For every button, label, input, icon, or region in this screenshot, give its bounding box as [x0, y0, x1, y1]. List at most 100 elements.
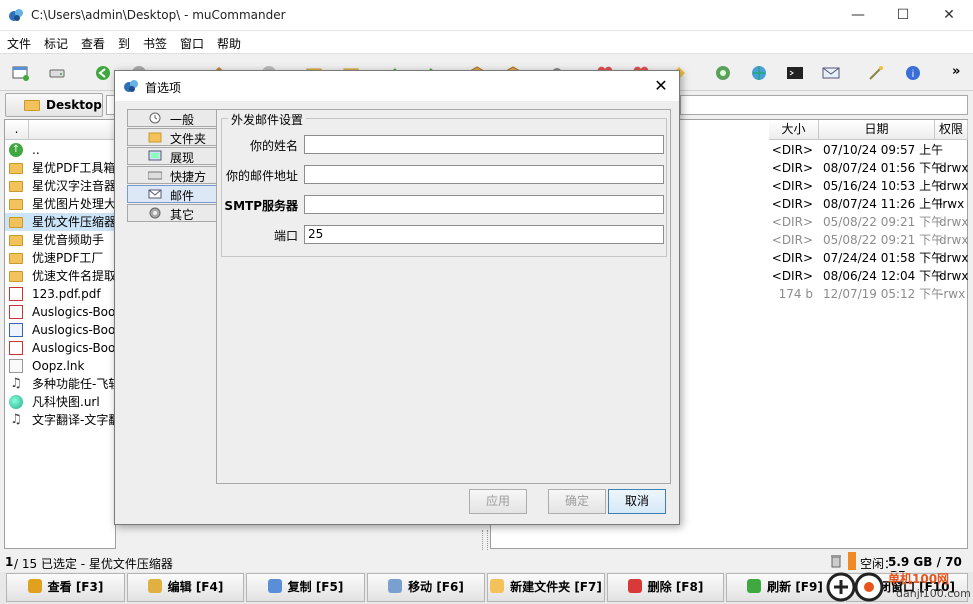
fkey-button-6[interactable]: 移动 [F6]	[367, 573, 485, 602]
right-col-perms[interactable]: 权限	[935, 120, 968, 140]
toolbar-overflow-icon[interactable]: »	[952, 64, 960, 79]
new-window-icon[interactable]	[12, 65, 30, 81]
drive-icon[interactable]	[48, 65, 66, 81]
tab-shortcuts[interactable]: 快捷方式	[127, 166, 217, 201]
file-name: Auslogics-Boos	[32, 323, 122, 337]
panel-splitter[interactable]	[482, 530, 488, 550]
email-field[interactable]	[304, 165, 664, 184]
file-row[interactable]: Auslogics-Boos	[5, 339, 122, 357]
file-row[interactable]: 星优PDF工具箱	[5, 159, 115, 177]
file-row[interactable]: 123.pdf.pdf	[5, 285, 115, 303]
drive-button[interactable]: Desktop	[5, 93, 103, 117]
network-icon[interactable]	[714, 65, 732, 81]
minimize-button[interactable]: —	[836, 0, 880, 31]
file-row[interactable]: Oopz.lnk	[5, 357, 115, 375]
file-row[interactable]: 优速PDF工厂	[5, 249, 115, 267]
file-row[interactable]: Auslogics-Boos	[5, 321, 122, 339]
tab-label: 一般	[170, 113, 195, 127]
name-field[interactable]	[304, 135, 664, 154]
file-row[interactable]: 星优图片处理大	[5, 195, 116, 213]
fkey-label: 新建文件夹 [F7]	[510, 580, 602, 594]
tab-label: 邮件	[170, 189, 195, 203]
tab-folders[interactable]: 文件夹	[127, 128, 217, 146]
outgoing-mail-group: 外发邮件设置 你的姓名 你的邮件地址 SMTP服务器 端口 25	[221, 111, 667, 257]
globe-icon[interactable]	[750, 65, 768, 81]
fkey-button-7[interactable]: 新建文件夹 [F7]	[487, 573, 605, 602]
menu-help[interactable]: 帮助	[217, 35, 241, 52]
file-row[interactable]: 星优汉字注音器	[5, 177, 116, 195]
fkey-button-3[interactable]: 查看 [F3]	[6, 573, 125, 602]
file-name: 凡科快图.url	[32, 395, 100, 409]
maximize-button[interactable]: ☐	[881, 0, 925, 31]
file-size: <DIR>	[771, 143, 813, 157]
menu-file[interactable]: 文件	[7, 35, 31, 52]
cancel-button[interactable]: 取消	[608, 489, 666, 514]
email-icon[interactable]	[822, 65, 840, 81]
fkey-button-8[interactable]: 删除 [F8]	[607, 573, 724, 602]
file-row[interactable]: Auslogics-Boos	[5, 303, 122, 321]
dialog-close-icon[interactable]: ✕	[649, 74, 673, 98]
terminal-icon[interactable]	[786, 65, 804, 81]
tab-mail[interactable]: 邮件	[127, 185, 217, 203]
back-icon[interactable]	[94, 65, 112, 81]
fkey-label: 刷新 [F9]	[767, 580, 823, 594]
name-label: 你的姓名	[249, 139, 298, 153]
file-row[interactable]: 星优音频助手	[5, 231, 115, 249]
move-icon	[388, 579, 403, 593]
view-icon	[27, 579, 42, 593]
apply-button[interactable]: 应用	[469, 489, 527, 514]
left-file-panel[interactable]: . ↑.. 星优PDF工具箱星优汉字注音器 星优图片处理大星优文件压缩器星优音频助手…	[4, 119, 122, 549]
status-bar: 1 / 15 已选定 - 星优文件压缩器 空闲： 5.9 GB / 70 GB	[0, 552, 973, 583]
port-field[interactable]: 25	[304, 225, 664, 244]
file-name: 星优PDF工具箱	[32, 161, 116, 175]
fkey-label: 删除 [F8]	[647, 580, 704, 594]
fkey-button-4[interactable]: 编辑 [F4]	[127, 573, 244, 602]
menu-window[interactable]: 窗口	[180, 35, 204, 52]
trash-icon[interactable]	[830, 554, 842, 568]
file-name: 星优文件压缩器	[32, 215, 117, 229]
file-row[interactable]: 凡科快图.url	[5, 393, 115, 411]
gear-icon	[149, 207, 161, 219]
ok-button[interactable]: 确定	[548, 489, 606, 514]
selected-count: 1	[5, 555, 14, 569]
title-bar: C:\Users\admin\Desktop\ - muCommander — …	[0, 0, 973, 31]
fkey-label: 编辑 [F4]	[167, 580, 224, 594]
folder-icon	[9, 181, 23, 192]
smtp-field[interactable]	[304, 195, 664, 214]
fkey-label: 复制 [F5]	[287, 580, 344, 594]
delete-icon	[627, 579, 642, 593]
tab-appearance[interactable]: 展现	[127, 147, 217, 165]
file-row[interactable]: ♫ 文字翻译-文字翻	[5, 411, 120, 429]
left-col-name[interactable]	[29, 120, 119, 140]
email-label: 你的邮件地址	[225, 169, 298, 183]
file-row[interactable]: 星优文件压缩器	[5, 213, 117, 231]
mail-icon	[148, 189, 162, 199]
folder-icon	[9, 163, 23, 174]
music-icon: ♫	[10, 412, 22, 427]
file-perms: lrwx	[939, 197, 965, 211]
copy-icon	[267, 579, 282, 593]
file-size: <DIR>	[771, 215, 813, 229]
close-button[interactable]: ✕	[927, 0, 971, 31]
right-location-field[interactable]	[680, 95, 968, 115]
menu-mark[interactable]: 标记	[44, 35, 68, 52]
menu-bookmarks[interactable]: 书签	[143, 35, 167, 52]
file-date: 07/10/24 09:57 上午	[823, 143, 944, 157]
display-icon	[148, 150, 162, 161]
info-icon[interactable]: i	[904, 65, 922, 81]
file-row[interactable]: 优速文件名提取	[5, 267, 116, 285]
file-row[interactable]: ↑..	[5, 141, 115, 159]
tab-misc[interactable]: 其它	[127, 204, 217, 222]
folder-icon	[9, 235, 23, 246]
left-col-ext[interactable]: .	[5, 120, 29, 140]
fkey-button-5[interactable]: 复制 [F5]	[246, 573, 365, 602]
selection-status: / 15 已选定 - 星优文件压缩器	[14, 557, 173, 571]
right-col-date[interactable]: 日期	[819, 120, 935, 140]
right-col-size[interactable]: 大小	[769, 120, 819, 140]
tab-general[interactable]: 一般	[127, 109, 217, 127]
folder-icon	[9, 271, 23, 282]
menu-view[interactable]: 查看	[81, 35, 105, 52]
menu-go[interactable]: 到	[118, 35, 130, 52]
file-row[interactable]: ♫ 多种功能任-飞轨	[5, 375, 120, 393]
magic-wand-icon[interactable]	[867, 65, 885, 81]
